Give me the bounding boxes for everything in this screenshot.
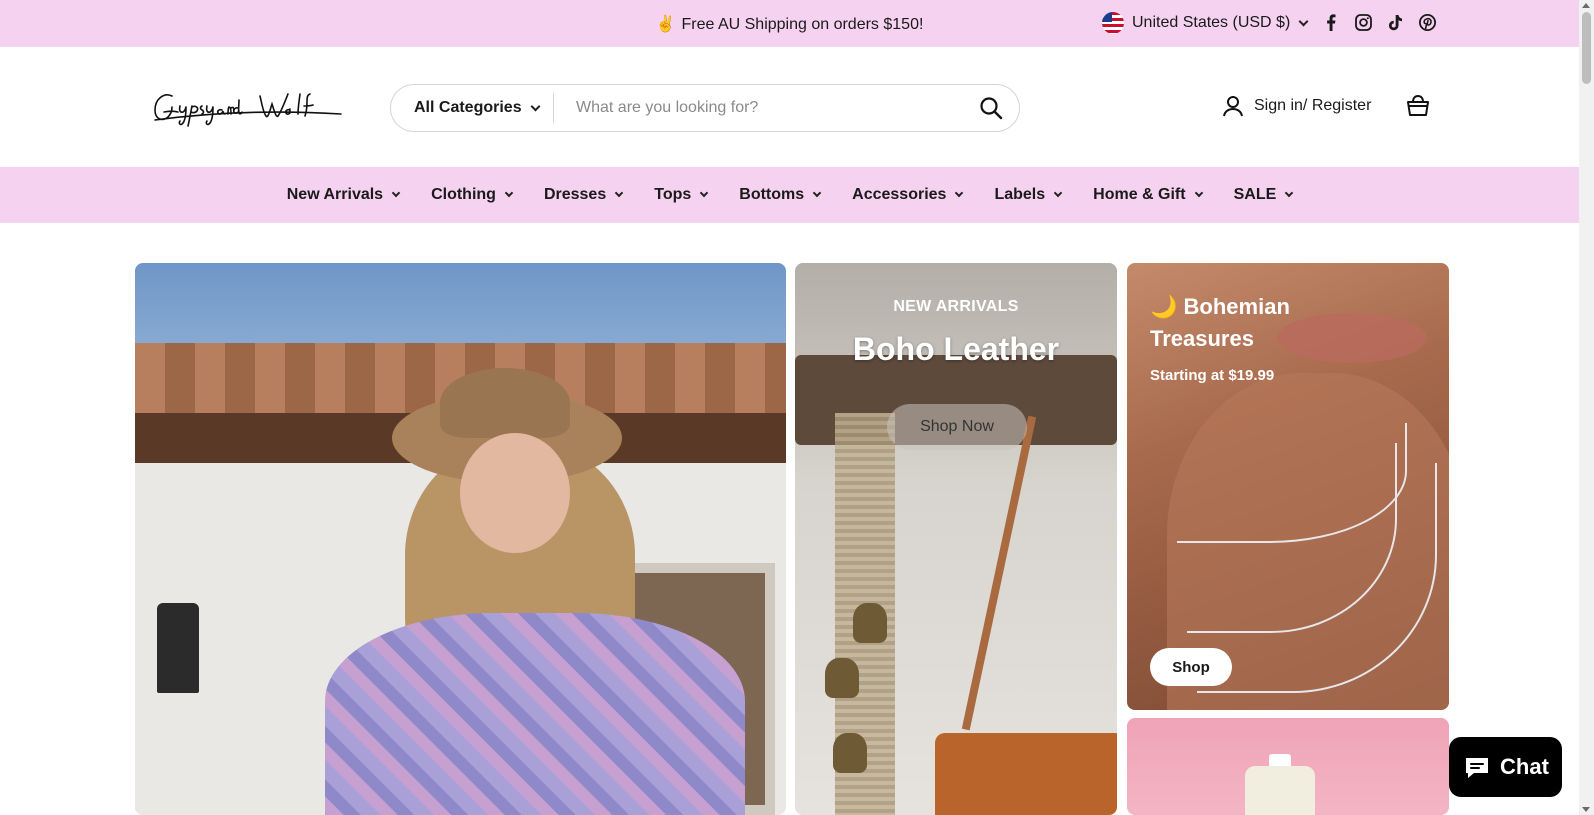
nav-label: New Arrivals xyxy=(286,186,384,203)
category-dropdown[interactable]: All Categories xyxy=(391,93,554,123)
nav-item-clothing[interactable]: Clothing xyxy=(415,186,528,204)
chevron-down-icon xyxy=(812,188,822,198)
sign-in-register-link[interactable]: Sign in/ Register xyxy=(1222,95,1371,117)
nav-label: Clothing xyxy=(431,186,496,203)
shipping-promo-text: Free AU Shipping on orders $150! xyxy=(681,16,924,33)
scroll-up-icon[interactable] xyxy=(1582,3,1590,8)
nav-label: Bottoms xyxy=(739,186,805,203)
chevron-down-icon xyxy=(614,188,624,198)
site-logo[interactable] xyxy=(150,80,346,136)
nav-item-tops[interactable]: Tops xyxy=(638,186,723,204)
leather-eyebrow: NEW ARRIVALS xyxy=(893,298,1019,315)
shop-button[interactable]: Shop xyxy=(1150,648,1232,686)
main-nav: New Arrivals Clothing Dresses Tops Botto… xyxy=(0,167,1579,223)
facebook-icon[interactable] xyxy=(1322,13,1340,31)
scroll-down-icon[interactable] xyxy=(1582,807,1590,812)
page-scrollbar[interactable] xyxy=(1579,0,1594,815)
hero-product-tile[interactable] xyxy=(1127,718,1449,815)
currency-selector[interactable]: United States (USD $) xyxy=(1102,12,1309,34)
instagram-icon[interactable] xyxy=(1354,13,1372,31)
user-icon xyxy=(1223,96,1243,117)
peace-hand-icon: ✌️ xyxy=(655,16,676,33)
hero-boho-leather[interactable]: NEW ARRIVALS Boho Leather Shop Now xyxy=(795,263,1117,815)
shop-now-button[interactable]: Shop Now xyxy=(887,404,1027,450)
chevron-down-icon xyxy=(391,188,401,198)
scrollbar-thumb[interactable] xyxy=(1582,12,1591,84)
nav-item-home-gift[interactable]: Home & Gift xyxy=(1077,186,1217,204)
pinterest-icon[interactable] xyxy=(1418,13,1436,31)
nav-label: Home & Gift xyxy=(1093,186,1186,203)
category-label: All Categories xyxy=(414,99,522,116)
nav-label: Labels xyxy=(994,186,1046,203)
us-flag-icon xyxy=(1102,12,1124,34)
product-bottle xyxy=(1245,766,1315,815)
chat-bubble-icon xyxy=(1466,758,1489,778)
brass-bell xyxy=(853,603,887,643)
chat-label: Chat xyxy=(1500,754,1549,779)
chevron-down-icon xyxy=(1285,188,1294,198)
chat-button[interactable]: Chat xyxy=(1449,737,1562,797)
boho-subtitle: Starting at $19.99 xyxy=(1150,367,1275,384)
search-input[interactable] xyxy=(576,99,956,117)
nav-label: Accessories xyxy=(852,186,947,203)
cart-icon[interactable] xyxy=(1406,94,1430,123)
chevron-down-icon xyxy=(1194,188,1203,198)
nav-item-dresses[interactable]: Dresses xyxy=(528,186,638,204)
chevron-down-icon xyxy=(1298,16,1309,26)
chevron-down-icon xyxy=(530,101,541,111)
nav-label: SALE xyxy=(1233,186,1277,203)
nav-item-bottoms[interactable]: Bottoms xyxy=(723,186,836,204)
hero-main-image[interactable] xyxy=(135,263,786,815)
nav-item-accessories[interactable]: Accessories xyxy=(836,186,978,204)
social-links xyxy=(1322,13,1436,31)
nav-label: Dresses xyxy=(543,186,607,203)
tiktok-icon[interactable] xyxy=(1386,13,1404,31)
hero-bohemian-treasures[interactable]: 🌙 Bohemian Treasures Starting at $19.99 … xyxy=(1127,263,1449,710)
floral-kimono xyxy=(325,613,745,815)
moon-icon: 🌙 xyxy=(1150,294,1178,319)
chevron-down-icon xyxy=(700,188,709,198)
hat-crown xyxy=(440,368,570,438)
chevron-down-icon xyxy=(504,188,514,198)
announcement-bar: ✌️ Free AU Shipping on orders $150! Unite… xyxy=(0,0,1579,47)
currency-label: United States (USD $) xyxy=(1132,14,1291,31)
chevron-down-icon xyxy=(955,188,964,198)
brass-bell xyxy=(825,658,859,698)
nav-item-labels[interactable]: Labels xyxy=(978,186,1077,204)
account-label: Sign in/ Register xyxy=(1254,97,1372,114)
nav-item-new-arrivals[interactable]: New Arrivals xyxy=(271,186,415,204)
leather-bag xyxy=(935,733,1117,815)
wall-lantern xyxy=(157,603,199,693)
search-icon[interactable] xyxy=(979,96,1005,122)
leather-strap xyxy=(961,415,1037,731)
chevron-down-icon xyxy=(1053,188,1063,198)
boho-title: 🌙 Bohemian Treasures xyxy=(1150,291,1350,355)
leather-headline: Boho Leather xyxy=(852,331,1060,367)
search-bar: All Categories xyxy=(390,84,1020,132)
nav-label: Tops xyxy=(654,186,692,203)
nav-item-sale[interactable]: SALE xyxy=(1218,186,1309,204)
model-face xyxy=(460,433,570,553)
brass-bell xyxy=(833,733,867,773)
